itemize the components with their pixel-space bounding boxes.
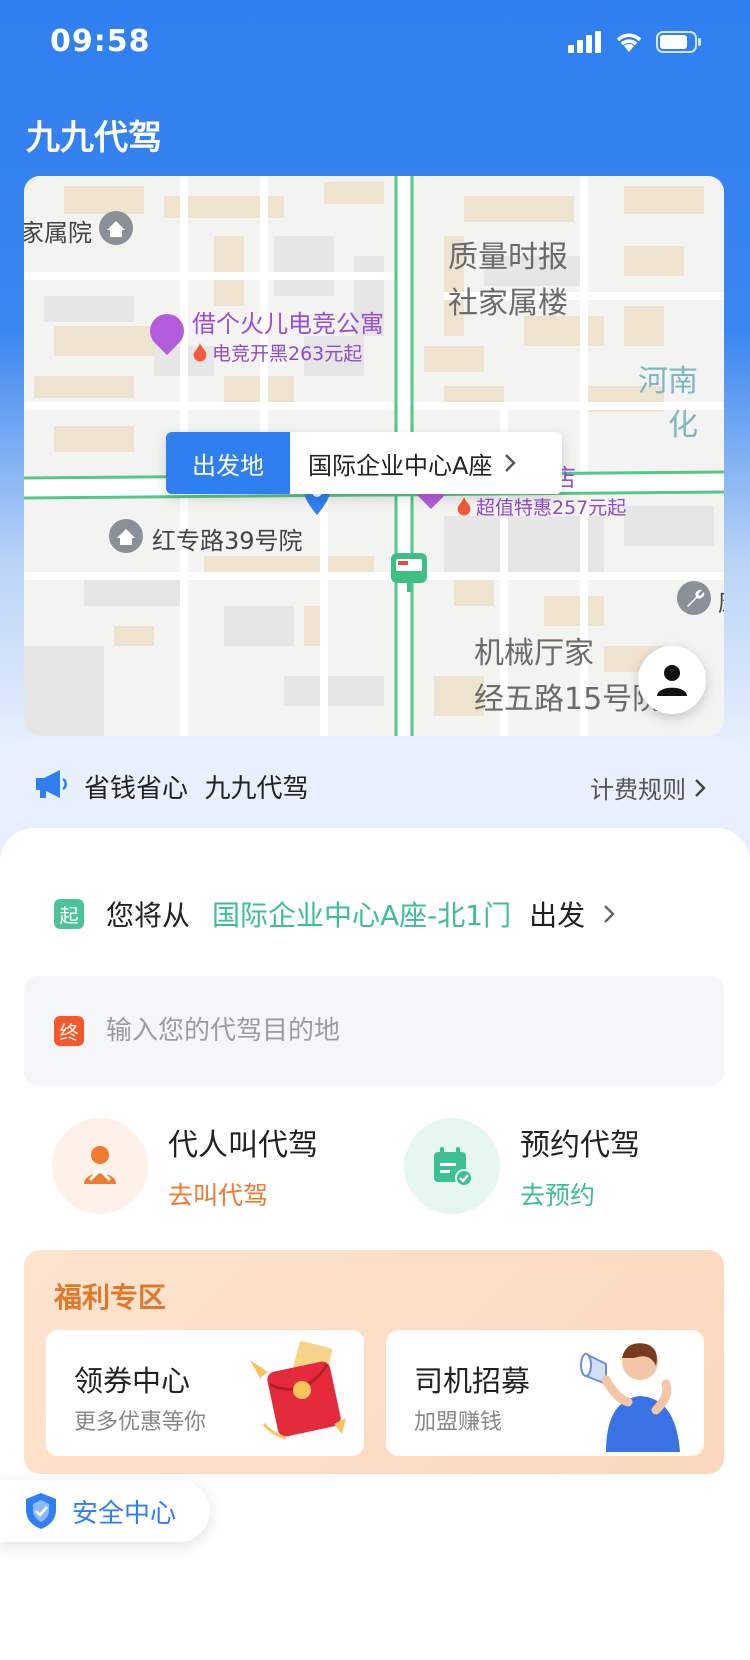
departure-row[interactable]: 起 您将从 国际企业中心A座-北1门 出发 bbox=[54, 894, 615, 934]
call-for-others-sub: 去叫代驾 bbox=[168, 1181, 269, 1210]
cellular-signal-icon bbox=[568, 31, 601, 53]
pricing-rules-link[interactable]: 计费规则 bbox=[590, 770, 706, 805]
poi-label-family-yard[interactable]: 家属院 bbox=[24, 210, 134, 250]
user-icon bbox=[657, 665, 687, 696]
start-location-callout[interactable]: 出发地 国际企业中心A座 bbox=[166, 432, 562, 494]
calendar-check-icon bbox=[434, 1147, 473, 1187]
megaphone-icon bbox=[36, 770, 67, 798]
start-badge: 起 bbox=[54, 899, 84, 929]
battery-icon bbox=[656, 31, 701, 53]
welfare-title: 福利专区 bbox=[54, 1281, 167, 1314]
reserve-title: 预约代驾 bbox=[520, 1128, 640, 1163]
poi-repair-shop[interactable]: 康 bbox=[676, 580, 724, 620]
coupon-center-card[interactable]: 领券中心 更多优惠等你 bbox=[46, 1330, 364, 1456]
recruiter-megaphone-icon bbox=[580, 1343, 680, 1452]
house-marker-icon bbox=[99, 211, 133, 245]
start-tag: 出发地 bbox=[166, 432, 290, 494]
user-profile-button[interactable] bbox=[638, 646, 706, 714]
departure-prefix: 您将从 bbox=[106, 899, 191, 932]
wrench-marker-icon bbox=[677, 581, 711, 615]
call-for-others-button[interactable]: 代人叫代驾 去叫代驾 bbox=[52, 1118, 318, 1214]
map-view[interactable]: 家属院 质量时报 社家属楼 借个火儿电竞公寓 电竞开黑263元起 河南 化 维也… bbox=[24, 176, 724, 736]
call-for-others-icon-circle bbox=[52, 1118, 148, 1214]
person-driver-icon bbox=[84, 1146, 116, 1184]
coupon-center-title: 领券中心 bbox=[74, 1364, 191, 1398]
poi-hongzhuan-road[interactable]: 红专路39号院 bbox=[108, 518, 303, 558]
shield-icon bbox=[26, 1493, 56, 1529]
departure-suffix: 出发 bbox=[529, 899, 586, 932]
bus-stop-icon[interactable] bbox=[390, 552, 428, 592]
driver-recruit-card[interactable]: 司机招募 加盟赚钱 bbox=[386, 1330, 704, 1456]
driver-recruit-title: 司机招募 bbox=[414, 1364, 531, 1398]
chevron-right-icon bbox=[695, 778, 706, 797]
fire-icon bbox=[193, 342, 207, 361]
poi-label-quality-times[interactable]: 质量时报 社家属楼 bbox=[448, 232, 568, 322]
end-badge: 终 bbox=[54, 1016, 84, 1046]
house-marker-icon bbox=[109, 519, 143, 553]
chevron-right-icon bbox=[505, 454, 517, 472]
reserve-sub: 去预约 bbox=[520, 1181, 596, 1210]
safety-center-button[interactable]: 安全中心 bbox=[0, 1480, 210, 1542]
safety-center-label: 安全中心 bbox=[72, 1498, 177, 1529]
welfare-section: 福利专区 领券中心 更多优惠等你 司机招募 加盟赚钱 bbox=[24, 1250, 724, 1474]
status-bar: 09:58 bbox=[0, 0, 750, 90]
red-envelope-icon bbox=[250, 1341, 346, 1440]
poi-gaming-apartment[interactable]: 借个火儿电竞公寓 电竞开黑263元起 bbox=[142, 304, 384, 366]
departure-place: 国际企业中心A座-北1门 bbox=[212, 899, 512, 932]
status-time: 09:58 bbox=[50, 24, 151, 59]
hotel-marker-icon bbox=[142, 306, 192, 356]
destination-input[interactable] bbox=[106, 1016, 666, 1046]
fire-icon bbox=[457, 496, 471, 515]
reserve-driver-button[interactable]: 预约代驾 去预约 bbox=[404, 1118, 640, 1214]
notice-text: 省钱省心 九九代驾 bbox=[84, 774, 309, 804]
app-title: 九九代驾 bbox=[26, 118, 162, 158]
wifi-icon bbox=[616, 33, 642, 52]
chevron-right-icon bbox=[604, 905, 615, 923]
destination-field[interactable]: 终 bbox=[24, 976, 724, 1086]
status-icons bbox=[568, 30, 702, 54]
start-location-name[interactable]: 国际企业中心A座 bbox=[290, 432, 562, 494]
poi-label-machinery: 机械厅家 经五路15号院 bbox=[474, 636, 663, 717]
driver-recruit-sub: 加盟赚钱 bbox=[414, 1410, 503, 1435]
reserve-icon-circle bbox=[404, 1118, 500, 1214]
call-for-others-title: 代人叫代驾 bbox=[168, 1128, 318, 1163]
poi-label-henan: 河南 化 bbox=[638, 364, 698, 443]
coupon-center-sub: 更多优惠等你 bbox=[74, 1410, 207, 1435]
